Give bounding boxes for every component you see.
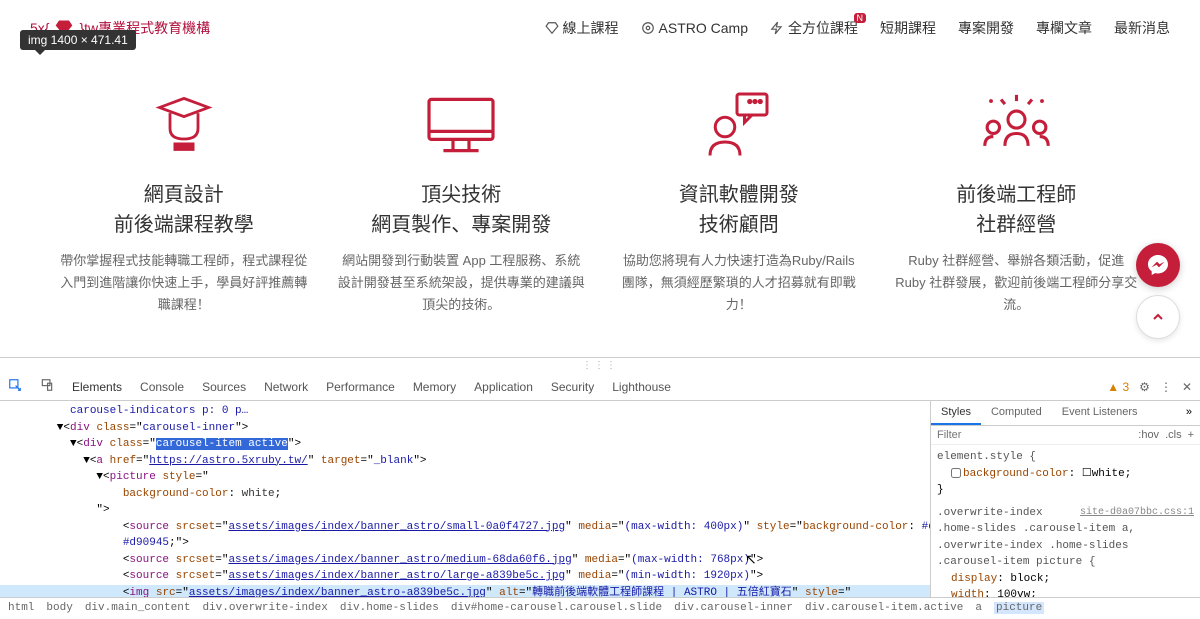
feature-title: 網頁設計 前後端課程教學 (60, 180, 308, 240)
chevron-up-icon (1150, 309, 1166, 325)
tab-performance[interactable]: Performance (326, 380, 395, 394)
feature-desc: 帶你掌握程式技能轉職工程師，程式課程從入門到進階讓你快速上手，學員好評推薦轉職課… (60, 250, 308, 316)
tab-security[interactable]: Security (551, 380, 594, 394)
styles-rules[interactable]: element.style { background-color: ☐white… (931, 445, 1200, 597)
bc-item-active[interactable]: picture (994, 602, 1044, 614)
nav-label: 專欄文章 (1036, 18, 1092, 38)
tab-elements[interactable]: Elements (72, 380, 122, 394)
new-badge: N (854, 13, 867, 23)
bc-item[interactable]: div.carousel-inner (674, 602, 793, 614)
close-icon[interactable]: ✕ (1182, 380, 1192, 394)
nav-short-courses[interactable]: 短期課程 (880, 18, 936, 38)
scroll-top-button[interactable] (1136, 295, 1180, 339)
nav-label: 專案開發 (958, 18, 1014, 38)
devtools-resize-handle[interactable]: ⋮⋮⋮ (0, 357, 1200, 373)
bolt-icon (770, 21, 784, 35)
feature-consulting: 資訊軟體開發 技術顧問 協助您將現有人力快速打造為Ruby/Rails 團隊，無… (615, 85, 863, 316)
messenger-icon (1146, 253, 1170, 277)
bc-item[interactable]: a (975, 602, 982, 614)
graduate-icon (60, 85, 308, 165)
feature-community: 前後端工程師 社群經營 Ruby 社群經營、舉辦各類活動，促進 Ruby 社群發… (893, 85, 1141, 316)
feature-title: 資訊軟體開發 技術顧問 (615, 180, 863, 240)
device-icon[interactable] (40, 378, 54, 395)
feature-title: 頂尖技術 網頁製作、專案開發 (338, 180, 586, 240)
feature-desc: Ruby 社群經營、舉辦各類活動，促進 Ruby 社群發展，歡迎前後端工程師分享… (893, 250, 1141, 316)
styles-filter-input[interactable] (937, 429, 1132, 441)
inspect-icon[interactable] (8, 378, 22, 395)
nav-label: 短期課程 (880, 18, 936, 38)
img-tooltip: img 1400 × 471.41 (20, 30, 136, 50)
tab-application[interactable]: Application (474, 380, 533, 394)
nav-astro-camp[interactable]: ASTRO Camp (641, 18, 748, 38)
tab-memory[interactable]: Memory (413, 380, 456, 394)
bc-item[interactable]: div.overwrite-index (202, 602, 327, 614)
feature-web-design: 網頁設計 前後端課程教學 帶你掌握程式技能轉職工程師，程式課程從入門到進階讓你快… (60, 85, 308, 316)
nav-news[interactable]: 最新消息 (1114, 18, 1170, 38)
nav-all-courses[interactable]: 全方位課程 N (770, 18, 858, 38)
prop-checkbox[interactable] (951, 468, 961, 478)
dom-breadcrumbs[interactable]: html body div.main_content div.overwrite… (0, 597, 1200, 618)
messenger-button[interactable] (1136, 243, 1180, 287)
feature-desc: 網站開發到行動裝置 App 工程服務、系統設計開發甚至系統架設，提供專業的建議與… (338, 250, 586, 316)
bc-item[interactable]: div.main_content (85, 602, 191, 614)
styles-panel: Styles Computed Event Listeners » :hov .… (930, 401, 1200, 597)
nav-projects[interactable]: 專案開發 (958, 18, 1014, 38)
target-icon (641, 21, 655, 35)
add-rule-button[interactable]: + (1188, 429, 1194, 441)
settings-icon[interactable]: ⚙ (1139, 380, 1150, 394)
more-icon[interactable]: ⋮ (1160, 380, 1172, 394)
devtools-tabbar: Elements Console Sources Network Perform… (0, 373, 1200, 401)
styles-tab-more[interactable]: » (1178, 401, 1200, 425)
main-nav: 線上課程 ASTRO Camp 全方位課程 N 短期課程 專案開發 專欄文章 最… (545, 18, 1170, 38)
tab-sources[interactable]: Sources (202, 380, 246, 394)
nav-label: ASTRO Camp (659, 20, 748, 36)
bc-item[interactable]: div#home-carousel.carousel.slide (451, 602, 662, 614)
nav-label: 全方位課程 (788, 18, 858, 38)
cls-toggle[interactable]: .cls (1165, 429, 1182, 441)
nav-online-courses[interactable]: 線上課程 (545, 18, 619, 38)
bc-item[interactable]: div.home-slides (340, 602, 439, 614)
hov-toggle[interactable]: :hov (1138, 429, 1159, 441)
feature-title: 前後端工程師 社群經營 (893, 180, 1141, 240)
consulting-icon (615, 85, 863, 165)
bc-item[interactable]: div.carousel-item.active (805, 602, 963, 614)
warnings-count[interactable]: ▲ 3 (1107, 380, 1129, 394)
tab-console[interactable]: Console (140, 380, 184, 394)
tab-network[interactable]: Network (264, 380, 308, 394)
community-icon (893, 85, 1141, 165)
tab-lighthouse[interactable]: Lighthouse (612, 380, 671, 394)
rule-source-link[interactable]: site-d0a07bbc.css:1 (1080, 505, 1194, 520)
bc-item[interactable]: body (46, 602, 72, 614)
feature-tech: 頂尖技術 網頁製作、專案開發 網站開發到行動裝置 App 工程服務、系統設計開發… (338, 85, 586, 316)
nav-articles[interactable]: 專欄文章 (1036, 18, 1092, 38)
site-header: 5x{ }tw 專業程式教育機構 線上課程 ASTRO Camp 全方位課程 N… (0, 0, 1200, 55)
feature-desc: 協助您將現有人力快速打造為Ruby/Rails 團隊，無須經歷繁瑣的人才招募就有… (615, 250, 863, 316)
styles-tab-listeners[interactable]: Event Listeners (1052, 401, 1148, 425)
nav-label: 線上課程 (563, 18, 619, 38)
nav-label: 最新消息 (1114, 18, 1170, 38)
elements-tree[interactable]: carousel-indicators p: 0 p… ▼<div class=… (0, 401, 930, 597)
bc-item[interactable]: html (8, 602, 34, 614)
monitor-icon (338, 85, 586, 165)
features-row: 網頁設計 前後端課程教學 帶你掌握程式技能轉職工程師，程式課程從入門到進階讓你快… (0, 55, 1200, 346)
styles-tab-styles[interactable]: Styles (931, 401, 981, 425)
styles-tab-computed[interactable]: Computed (981, 401, 1052, 425)
diamond-icon (545, 21, 559, 35)
